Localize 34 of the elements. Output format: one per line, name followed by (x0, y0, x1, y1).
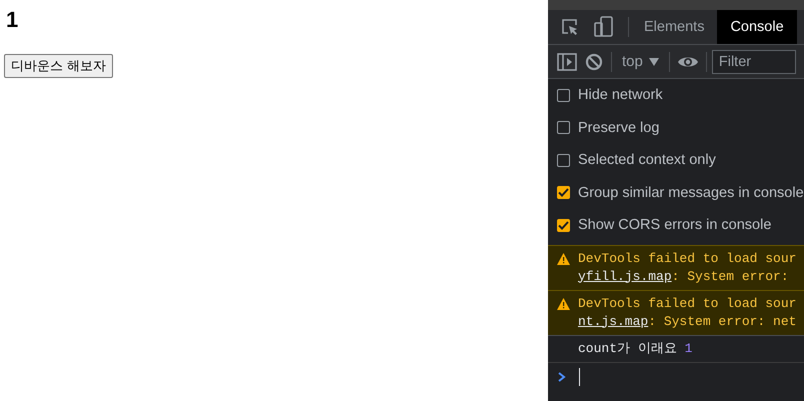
counter-heading: 1 (6, 7, 18, 33)
warning-text: : System error: net (648, 314, 796, 328)
sidebar-icon[interactable] (557, 52, 577, 70)
checkbox-label: Show CORS errors in console (578, 217, 772, 234)
checkbox-label: Hide network (578, 87, 663, 104)
warning-text: DevTools failed to load sour (578, 250, 796, 268)
text-cursor (579, 368, 580, 386)
source-map-link[interactable]: nt.js.map (578, 314, 648, 328)
warning-icon (557, 298, 570, 310)
device-icon[interactable] (594, 16, 614, 38)
eye-icon[interactable] (678, 54, 698, 68)
source-map-link[interactable]: yfill.js.map (578, 268, 672, 284)
inspect-icon[interactable] (560, 17, 580, 37)
panel-tab[interactable]: Elements (631, 10, 718, 44)
prompt-chevron-icon (558, 372, 566, 382)
debounce-button[interactable]: 디바운스 해보자 (4, 54, 114, 78)
caret-icon (648, 58, 659, 66)
checkbox-label: Group similar messages in console (578, 184, 804, 201)
filter-field[interactable]: Filter (712, 50, 796, 74)
warning-text: DevTools failed to load sour (578, 294, 796, 312)
clear-icon[interactable] (585, 52, 603, 70)
warning-icon (557, 252, 570, 264)
checkbox[interactable] (557, 154, 570, 167)
log-text: count가 이래요 (578, 340, 678, 356)
context-dropdown[interactable]: top (620, 53, 661, 70)
checkbox-label: Preserve log (578, 120, 660, 136)
warning-text: : System error: (672, 268, 789, 284)
log-value: 1 (684, 340, 692, 356)
checkbox[interactable] (557, 186, 570, 200)
checkbox[interactable] (557, 218, 570, 232)
checkbox[interactable] (557, 88, 570, 102)
panel-tab[interactable]: Console (717, 10, 797, 44)
checkbox[interactable] (557, 121, 570, 134)
checkbox-label: Selected context only (578, 152, 716, 168)
